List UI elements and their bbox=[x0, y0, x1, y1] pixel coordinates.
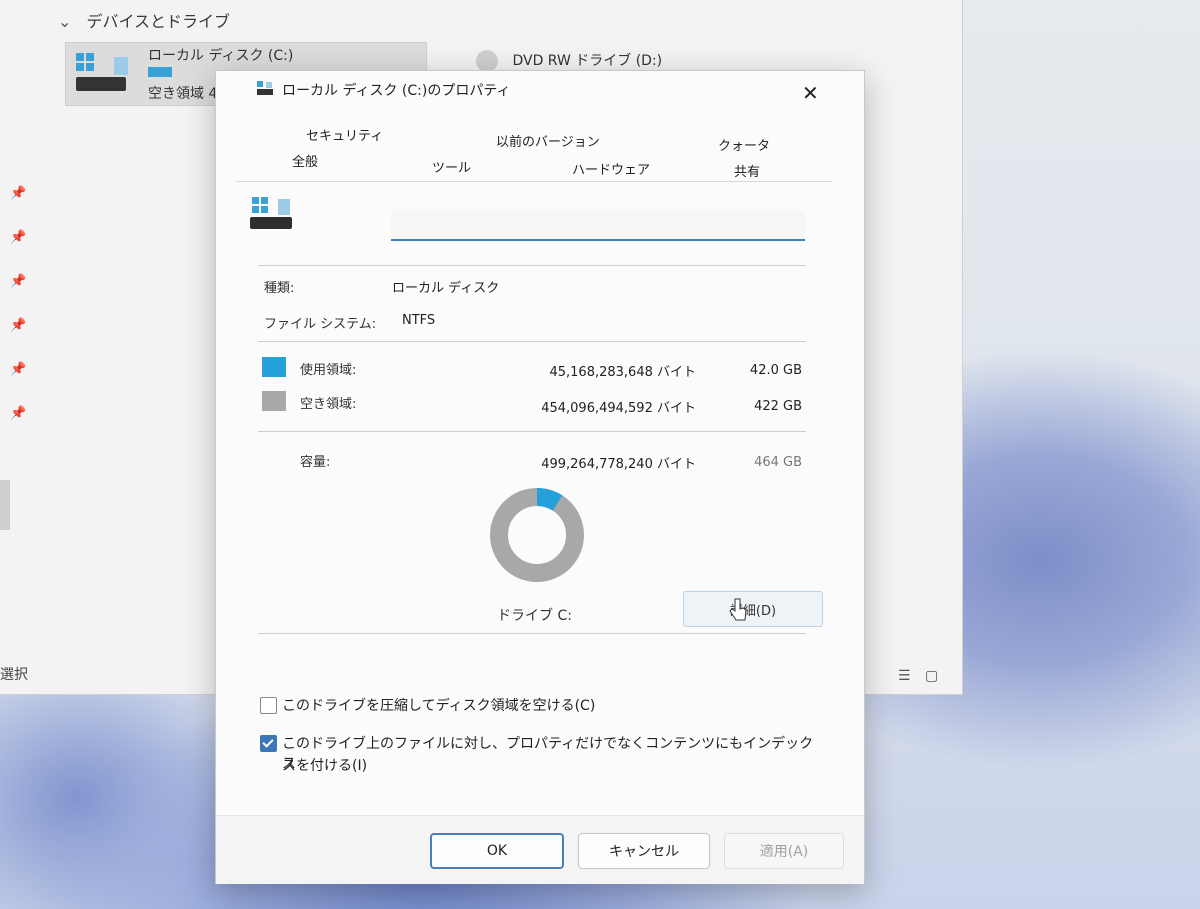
chevron-down-icon: ⌄ bbox=[58, 12, 72, 31]
close-icon[interactable]: ✕ bbox=[802, 81, 819, 105]
tab-general[interactable]: 全般 bbox=[292, 151, 318, 170]
volume-label-input[interactable] bbox=[391, 211, 805, 241]
hard-drive-icon bbox=[76, 53, 128, 91]
divider bbox=[258, 431, 806, 432]
free-space-label: 空き領域: bbox=[300, 397, 357, 412]
compress-checkbox[interactable] bbox=[260, 697, 277, 714]
file-system-label: ファイル システム: bbox=[264, 317, 377, 332]
free-space-bytes: 454,096,494,592 バイト bbox=[541, 401, 696, 416]
used-space-gb: 42.0 GB bbox=[749, 363, 802, 378]
drive-properties-dialog: ローカル ディスク (C:)のプロパティ ✕ セキュリティ 以前のバージョン ク… bbox=[215, 70, 865, 884]
hand-cursor-icon bbox=[729, 598, 747, 621]
used-space-swatch bbox=[262, 357, 286, 377]
pin-icon[interactable]: 📌 bbox=[10, 230, 26, 245]
devices-group-header[interactable]: ⌄ デバイスとドライブ bbox=[58, 8, 230, 32]
scrollbar-thumb[interactable] bbox=[0, 480, 10, 530]
capacity-gb: 464 GB bbox=[754, 455, 802, 470]
dvd-drive-tile[interactable]: DVD RW ドライブ (D:) bbox=[476, 50, 662, 72]
local-drive-label: ローカル ディスク (C:) bbox=[148, 48, 294, 64]
cancel-button[interactable]: キャンセル bbox=[578, 833, 710, 869]
dialog-title: ローカル ディスク (C:)のプロパティ bbox=[282, 83, 511, 99]
compress-label: このドライブを圧縮してディスク領域を空ける(C) bbox=[282, 698, 596, 714]
dvd-drive-label: DVD RW ドライブ (D:) bbox=[512, 53, 663, 69]
status-bar-text: 選択 bbox=[0, 667, 28, 683]
tab-tools[interactable]: ツール bbox=[432, 157, 471, 176]
ok-button[interactable]: OK bbox=[430, 833, 564, 869]
tab-hardware[interactable]: ハードウェア bbox=[572, 159, 650, 178]
drive-icon bbox=[257, 81, 273, 95]
disc-icon bbox=[476, 50, 498, 72]
pin-icon[interactable]: 📌 bbox=[10, 362, 26, 377]
tab-quota[interactable]: クォータ bbox=[718, 135, 770, 154]
divider bbox=[258, 633, 806, 634]
used-space-bytes: 45,168,283,648 バイト bbox=[549, 365, 696, 380]
tab-security[interactable]: セキュリティ bbox=[306, 125, 383, 144]
type-value: ローカル ディスク bbox=[392, 281, 500, 296]
index-label-line2: スを付ける(I) bbox=[282, 758, 368, 774]
drive-usage-bar bbox=[148, 67, 172, 77]
drive-caption: ドライブ C: bbox=[497, 608, 572, 624]
pin-icon[interactable]: 📌 bbox=[10, 274, 26, 289]
divider bbox=[258, 341, 806, 342]
file-system-value: NTFS bbox=[402, 313, 436, 328]
apply-button[interactable]: 適用(A) bbox=[724, 833, 844, 869]
free-space-swatch bbox=[262, 391, 286, 411]
divider bbox=[258, 265, 806, 266]
tab-previous-versions[interactable]: 以前のバージョン bbox=[496, 131, 600, 150]
type-label: 種類: bbox=[264, 281, 295, 296]
index-checkbox[interactable] bbox=[260, 735, 277, 752]
capacity-bytes: 499,264,778,240 バイト bbox=[541, 457, 696, 472]
free-space-gb: 422 GB bbox=[754, 399, 802, 414]
details-view-icon[interactable]: ☰ bbox=[898, 668, 911, 684]
details-button[interactable]: 詳細(D) bbox=[683, 591, 823, 627]
view-toggle-group: ☰ ▢ bbox=[898, 668, 948, 684]
pin-icon[interactable]: 📌 bbox=[10, 318, 26, 333]
tab-sharing[interactable]: 共有 bbox=[734, 161, 760, 180]
capacity-label: 容量: bbox=[300, 455, 331, 470]
disk-usage-donut bbox=[490, 488, 584, 582]
pin-icon[interactable]: 📌 bbox=[10, 406, 26, 421]
pin-icon[interactable]: 📌 bbox=[10, 186, 26, 201]
devices-group-label: デバイスとドライブ bbox=[86, 12, 231, 31]
used-space-label: 使用領域: bbox=[300, 363, 357, 378]
hard-drive-icon bbox=[250, 197, 292, 229]
tiles-view-icon[interactable]: ▢ bbox=[925, 668, 938, 684]
free-space-ring bbox=[490, 488, 584, 582]
